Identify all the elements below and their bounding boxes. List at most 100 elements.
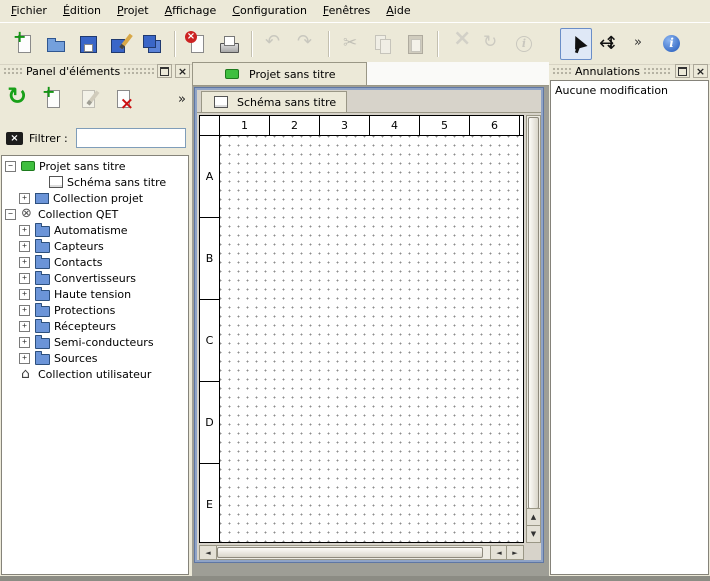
tree-item[interactable]: +Convertisseurs	[2, 270, 188, 286]
tree-item[interactable]: Collection utilisateur	[2, 366, 188, 382]
tree-item[interactable]: Schéma sans titre	[2, 174, 188, 190]
horizontal-scrollbar[interactable]: ◄ ◄ ►	[199, 545, 524, 560]
tree-item[interactable]: +Capteurs	[2, 238, 188, 254]
elements-tree[interactable]: −Projet sans titreSchéma sans titre+Coll…	[1, 155, 189, 575]
delete-element-button[interactable]	[108, 84, 138, 114]
extension-button[interactable]	[624, 28, 656, 60]
rotate-button[interactable]	[476, 28, 508, 60]
float-dock-button[interactable]	[675, 64, 690, 78]
annulations-titlebar[interactable]: Annulations	[549, 62, 710, 79]
tree-item[interactable]: −Projet sans titre	[2, 158, 188, 174]
edit-element-icon	[77, 88, 99, 110]
clear-filter-icon[interactable]	[6, 132, 23, 145]
menu-item[interactable]: Aide	[378, 0, 418, 22]
schema-tab[interactable]: Schéma sans titre	[201, 91, 347, 112]
expand-icon[interactable]: +	[19, 289, 30, 300]
dock-grip[interactable]	[3, 67, 23, 76]
collapse-icon[interactable]: −	[5, 161, 16, 172]
tree-item-label: Sources	[54, 352, 102, 365]
row-headers: ABCDE	[200, 136, 220, 542]
element-info-button[interactable]	[508, 28, 540, 60]
arrow-left-icon: ◄	[496, 549, 501, 557]
expand-icon[interactable]: +	[19, 337, 30, 348]
menu-item[interactable]: Fenêtres	[315, 0, 378, 22]
scroll-left-button[interactable]: ◄	[200, 546, 217, 559]
filter-row: Filtrer :	[0, 127, 192, 149]
tree-item[interactable]: +Récepteurs	[2, 318, 188, 334]
open-project-button[interactable]	[40, 28, 72, 60]
expand-icon[interactable]: +	[19, 321, 30, 332]
paste-button[interactable]	[399, 28, 431, 60]
schema-tabbar: Schéma sans titre	[197, 90, 541, 113]
redo-button[interactable]	[290, 28, 322, 60]
scroll-left-button[interactable]: ◄	[490, 546, 507, 559]
scroll-right-button[interactable]: ►	[506, 546, 523, 559]
delete-button[interactable]	[444, 28, 476, 60]
float-dock-button[interactable]	[157, 64, 172, 78]
expand-icon[interactable]: +	[19, 225, 30, 236]
new-element-button[interactable]	[38, 84, 68, 114]
close-dock-button[interactable]	[693, 64, 708, 78]
expand-icon[interactable]: +	[19, 305, 30, 316]
reload-button[interactable]	[3, 84, 33, 114]
expand-icon[interactable]: +	[19, 257, 30, 268]
tree-item-label: Collection utilisateur	[38, 368, 155, 381]
toolbar-extension-button[interactable]	[175, 88, 189, 110]
extension-button[interactable]	[700, 28, 710, 60]
close-dock-button[interactable]	[175, 64, 190, 78]
reload-icon	[7, 88, 29, 110]
undo-button[interactable]	[258, 28, 290, 60]
menu-item[interactable]: Configuration	[224, 0, 315, 22]
filter-input[interactable]	[76, 128, 186, 148]
tree-item-label: Automatisme	[54, 224, 132, 237]
dock-grip[interactable]	[123, 67, 154, 76]
save-as-button[interactable]	[104, 28, 136, 60]
dock-grip[interactable]	[552, 67, 572, 76]
move-tool-button[interactable]	[592, 28, 624, 60]
project-icon	[225, 69, 239, 79]
expand-icon[interactable]: +	[19, 241, 30, 252]
undo-list[interactable]: Aucune modification	[550, 80, 709, 575]
menu-item[interactable]: Fichier	[3, 0, 55, 22]
dock-grip[interactable]	[643, 67, 672, 76]
project-tab[interactable]: Projet sans titre	[192, 62, 367, 85]
collapse-icon[interactable]: −	[5, 209, 16, 220]
filter-label: Filtrer :	[29, 132, 68, 145]
tree-item[interactable]: −Collection QET	[2, 206, 188, 222]
delete-icon	[449, 33, 471, 55]
scroll-down-button[interactable]: ▼	[527, 525, 540, 542]
diagram-canvas[interactable]: 123456 ABCDE	[199, 115, 524, 543]
close-file-button[interactable]	[181, 28, 213, 60]
save-button[interactable]	[72, 28, 104, 60]
elements-toolbar	[3, 84, 138, 114]
tree-item[interactable]: +Protections	[2, 302, 188, 318]
print-button[interactable]	[213, 28, 245, 60]
scroll-up-button[interactable]: ▲	[527, 508, 540, 525]
cut-button[interactable]	[335, 28, 367, 60]
menu-item[interactable]: Édition	[55, 0, 109, 22]
menu-item[interactable]: Affichage	[157, 0, 225, 22]
expand-icon[interactable]: +	[19, 273, 30, 284]
tree-item[interactable]: +Haute tension	[2, 286, 188, 302]
menu-item[interactable]: Projet	[109, 0, 157, 22]
tree-item[interactable]: +Semi-conducteurs	[2, 334, 188, 350]
arrow-left-icon: ◄	[205, 549, 210, 557]
home-icon	[21, 368, 34, 381]
tree-item[interactable]: +Contacts	[2, 254, 188, 270]
new-document-button[interactable]	[8, 28, 40, 60]
tree-item[interactable]: +Collection projet	[2, 190, 188, 206]
info-button[interactable]	[656, 28, 688, 60]
horizontal-scroll-thumb[interactable]	[217, 547, 483, 558]
panel-elements-titlebar[interactable]: Panel d'éléments	[0, 62, 192, 79]
expand-icon[interactable]: +	[19, 353, 30, 364]
expand-icon[interactable]: +	[19, 193, 30, 204]
schema-icon	[214, 96, 228, 108]
tree-item[interactable]: + Automatisme	[2, 222, 188, 238]
copy-button[interactable]	[367, 28, 399, 60]
tree-item[interactable]: + Sources	[2, 350, 188, 366]
save-all-button[interactable]	[136, 28, 168, 60]
vertical-scrollbar[interactable]: ▲ ▼	[526, 115, 541, 543]
select-tool-button[interactable]	[560, 28, 592, 60]
vertical-scroll-thumb[interactable]	[528, 117, 539, 509]
edit-element-button[interactable]	[73, 84, 103, 114]
